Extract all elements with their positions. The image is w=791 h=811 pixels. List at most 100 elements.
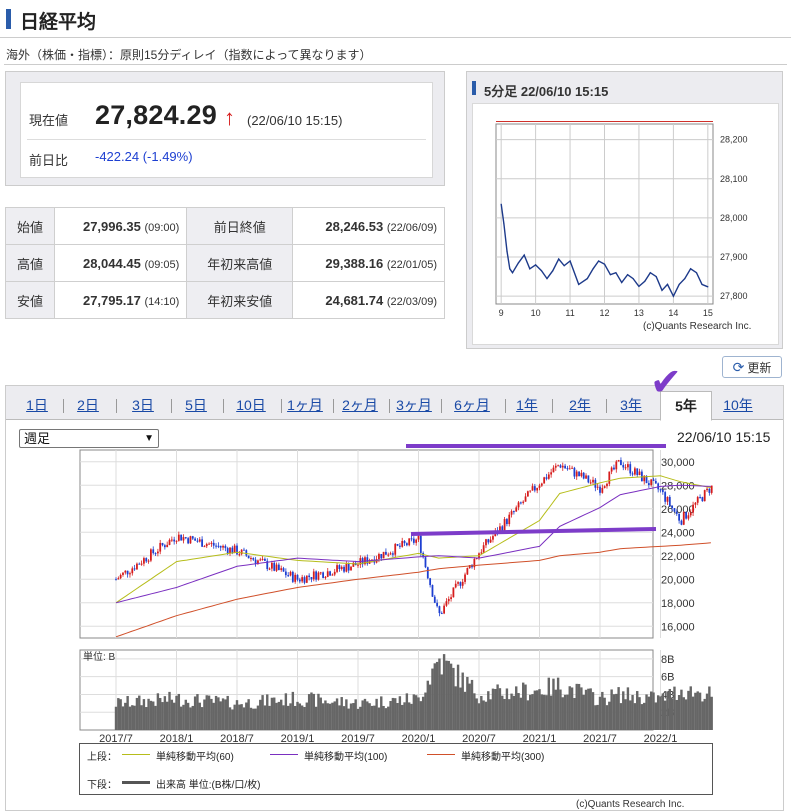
x-tick-label: 11 bbox=[565, 308, 574, 318]
volume-bar bbox=[414, 695, 418, 730]
stat-number: 29,388.16 bbox=[325, 255, 384, 271]
volume-bar bbox=[154, 705, 157, 730]
volume-bar bbox=[391, 697, 395, 730]
volume-bar bbox=[438, 658, 441, 730]
candle-body bbox=[357, 564, 359, 566]
data-point bbox=[672, 295, 674, 297]
volume-bar bbox=[205, 695, 208, 730]
candle-body bbox=[131, 568, 134, 574]
volume-unit: 単位: B bbox=[83, 650, 116, 663]
candle-body bbox=[620, 460, 622, 465]
candle-body bbox=[627, 464, 629, 468]
volume-bar bbox=[405, 693, 409, 730]
volume-bar bbox=[293, 705, 297, 730]
volume-bar bbox=[631, 694, 634, 730]
candle-body bbox=[519, 502, 522, 504]
stat-number: 27,795.17 bbox=[82, 292, 141, 308]
stat-label: 年初来高値 bbox=[186, 244, 294, 282]
volume-bar bbox=[331, 702, 334, 730]
volume-bar bbox=[556, 677, 560, 730]
volume-bar bbox=[214, 695, 218, 730]
candle-body bbox=[296, 574, 299, 580]
volume-bar bbox=[503, 699, 506, 730]
candle-body bbox=[571, 467, 573, 469]
volume-bar bbox=[570, 687, 574, 730]
y-tick-label: 28,000 bbox=[720, 213, 748, 223]
volume-bar bbox=[252, 708, 255, 730]
volume-bar bbox=[375, 698, 378, 730]
volume-bar bbox=[219, 701, 222, 730]
candle-body bbox=[319, 572, 322, 574]
volume-bar bbox=[149, 700, 153, 730]
volume-bar bbox=[670, 698, 674, 730]
refresh-button[interactable]: ⟳ 更新 bbox=[722, 356, 782, 378]
candle-body bbox=[243, 549, 245, 551]
candle-body bbox=[208, 543, 210, 545]
candle-body bbox=[175, 540, 178, 542]
candle-body bbox=[326, 571, 329, 577]
candle-body bbox=[173, 539, 176, 542]
data-point bbox=[661, 289, 663, 291]
volume-bar bbox=[270, 697, 274, 730]
volume-bar bbox=[584, 689, 588, 730]
candle-body bbox=[485, 539, 487, 546]
volume-bar bbox=[338, 705, 341, 730]
candle-body bbox=[180, 534, 183, 541]
volume-bar bbox=[594, 705, 597, 730]
candle-body bbox=[191, 536, 194, 539]
candle-body bbox=[624, 467, 627, 469]
candle-body bbox=[682, 512, 685, 525]
divider bbox=[4, 64, 787, 65]
candle-body bbox=[650, 479, 653, 486]
volume-bar bbox=[326, 703, 329, 730]
volume-bar bbox=[508, 699, 511, 730]
candle-body bbox=[219, 545, 222, 548]
volume-bar bbox=[286, 705, 290, 730]
candle-body bbox=[189, 536, 192, 544]
candle-body bbox=[194, 538, 197, 541]
candle-body bbox=[429, 578, 432, 586]
candle-body bbox=[629, 464, 632, 474]
volume-bar bbox=[463, 691, 467, 730]
volume-bar bbox=[608, 701, 611, 730]
candle-body bbox=[333, 571, 336, 575]
candle-body bbox=[503, 519, 506, 531]
price-tick-label: 24,000 bbox=[661, 527, 695, 539]
legend-ma100-swatch bbox=[270, 754, 298, 755]
volume-bar bbox=[238, 704, 241, 730]
volume-bar bbox=[261, 695, 264, 730]
legend-ma300-swatch bbox=[427, 754, 455, 755]
volume-bar bbox=[140, 705, 143, 730]
volume-bar bbox=[647, 696, 651, 730]
volume-bar bbox=[663, 700, 667, 730]
data-point bbox=[615, 272, 617, 274]
candle-body bbox=[601, 487, 604, 493]
volume-bar bbox=[177, 693, 181, 730]
legend-ma100: 単純移動平均(100) bbox=[304, 752, 388, 763]
candle-body bbox=[145, 558, 148, 562]
candle-body bbox=[136, 563, 138, 570]
volume-bar bbox=[324, 700, 327, 730]
data-point bbox=[535, 264, 537, 266]
volume-bar bbox=[617, 687, 620, 730]
volume-bar bbox=[435, 661, 439, 730]
candle-body bbox=[303, 577, 306, 583]
candle-body bbox=[119, 574, 122, 579]
volume-bar bbox=[477, 703, 481, 730]
candle-body bbox=[380, 554, 383, 559]
candle-body bbox=[424, 557, 427, 568]
data-point bbox=[578, 283, 580, 286]
volume-bar bbox=[128, 706, 132, 730]
volume-bar bbox=[633, 703, 637, 730]
stats-table: 始値 27,996.35 (09:00) 前日終値 28,246.53 (22/06/… bbox=[5, 207, 445, 319]
candle-body bbox=[673, 508, 676, 512]
candle-body bbox=[445, 601, 448, 606]
legend-ma60-swatch bbox=[122, 754, 150, 755]
volume-bar bbox=[275, 702, 278, 730]
volume-bar bbox=[582, 694, 585, 730]
legend-ma60: 単純移動平均(60) bbox=[156, 752, 234, 763]
candle-body bbox=[661, 489, 664, 493]
volume-bar bbox=[615, 693, 618, 730]
candle-body bbox=[163, 545, 166, 548]
intraday-title: 5分足 22/06/10 15:15 bbox=[484, 84, 609, 99]
